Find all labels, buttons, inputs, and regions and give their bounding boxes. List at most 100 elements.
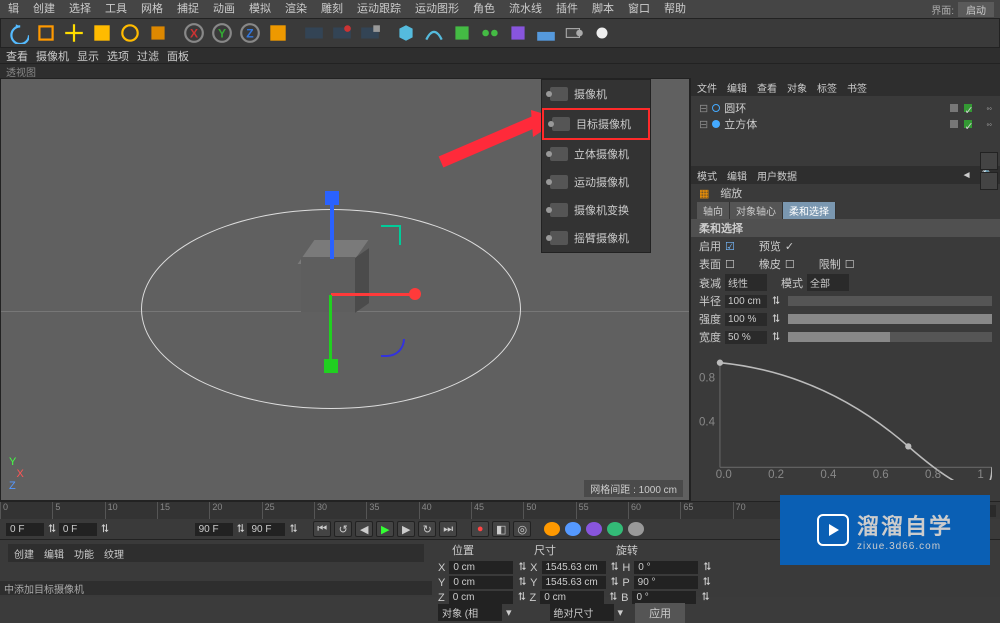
- camera-menu-item[interactable]: 立体摄像机: [542, 140, 650, 168]
- menu-item[interactable]: 雕刻: [317, 0, 347, 18]
- menu-item[interactable]: 网格: [137, 0, 167, 18]
- key-scale-icon[interactable]: [565, 522, 581, 536]
- viewport-tab[interactable]: 显示: [77, 48, 99, 64]
- render-icon[interactable]: [301, 20, 327, 46]
- key-pos-icon[interactable]: [544, 522, 560, 536]
- viewport-tab[interactable]: 过滤: [137, 48, 159, 64]
- falloff-curve[interactable]: 0.8 0.4 0.0 0.2 0.4 0.6 0.8 1: [699, 350, 992, 480]
- objmgr-tab[interactable]: 对象: [787, 80, 807, 95]
- menu-item[interactable]: 窗口: [624, 0, 654, 18]
- object-row[interactable]: ⊟立方体✓◦◦: [699, 116, 992, 132]
- z-lock-icon[interactable]: Z: [237, 20, 263, 46]
- nurbs-icon[interactable]: [449, 20, 475, 46]
- preview-end[interactable]: 90 F: [195, 523, 233, 536]
- select-icon[interactable]: [33, 20, 59, 46]
- menu-item[interactable]: 捕捉: [173, 0, 203, 18]
- light-icon[interactable]: [589, 20, 615, 46]
- viewport-tab[interactable]: 面板: [167, 48, 189, 64]
- menu-item[interactable]: 流水线: [505, 0, 546, 18]
- renderpv-icon[interactable]: [329, 20, 355, 46]
- objmgr-tab[interactable]: 查看: [757, 80, 777, 95]
- camera-menu-item[interactable]: 目标摄像机: [542, 108, 650, 140]
- camera-menu-item[interactable]: 摄像机: [542, 80, 650, 108]
- cube-primitive-icon[interactable]: [393, 20, 419, 46]
- array-icon[interactable]: [477, 20, 503, 46]
- rotate-icon[interactable]: [117, 20, 143, 46]
- renderset-icon[interactable]: [357, 20, 383, 46]
- material-tab[interactable]: 纹理: [104, 546, 124, 561]
- width-slider[interactable]: [788, 332, 992, 342]
- menu-item[interactable]: 帮助: [660, 0, 690, 18]
- camera-icon[interactable]: [561, 20, 587, 46]
- env-icon[interactable]: [533, 20, 559, 46]
- attr-tab[interactable]: 模式: [697, 168, 717, 183]
- range-start[interactable]: 0 F: [6, 523, 44, 536]
- key-param-icon[interactable]: [607, 522, 623, 536]
- camera-menu-item[interactable]: 摄像机变换: [542, 196, 650, 224]
- key-rot-icon[interactable]: [586, 522, 602, 536]
- menu-item[interactable]: 模拟: [245, 0, 275, 18]
- attr-subtab[interactable]: 轴向: [697, 202, 730, 219]
- step-back-button[interactable]: ↺: [334, 521, 352, 537]
- keysel-button[interactable]: ◎: [513, 521, 531, 537]
- viewport-tab[interactable]: 查看: [6, 48, 28, 64]
- attr-subtab[interactable]: 对象轴心: [730, 202, 783, 219]
- camera-menu-item[interactable]: 运动摄像机: [542, 168, 650, 196]
- axis-z[interactable]: [329, 295, 332, 365]
- strength-slider[interactable]: [788, 314, 992, 324]
- viewport-tab[interactable]: 摄像机: [36, 48, 69, 64]
- menu-item[interactable]: 插件: [552, 0, 582, 18]
- menu-item[interactable]: 辑: [4, 0, 23, 18]
- spline-icon[interactable]: [421, 20, 447, 46]
- layout-launch-button[interactable]: 启动: [958, 2, 994, 17]
- scale-icon[interactable]: [89, 20, 115, 46]
- menu-item[interactable]: 角色: [469, 0, 499, 18]
- menu-item[interactable]: 动画: [209, 0, 239, 18]
- mode-select[interactable]: 全部: [807, 274, 849, 291]
- size-mode-select[interactable]: 绝对尺寸: [550, 604, 614, 621]
- x-lock-icon[interactable]: X: [181, 20, 207, 46]
- coord-icon[interactable]: [265, 20, 291, 46]
- record-button[interactable]: ●: [471, 521, 489, 537]
- plane-handle-1[interactable]: [381, 225, 401, 245]
- objmgr-tab[interactable]: 书签: [847, 80, 867, 95]
- width-input[interactable]: 50 %: [725, 331, 767, 344]
- attr-tab[interactable]: 用户数据: [757, 168, 797, 183]
- attr-tab[interactable]: 编辑: [727, 168, 747, 183]
- menu-item[interactable]: 创建: [29, 0, 59, 18]
- radius-input[interactable]: 100 cm: [725, 295, 767, 308]
- material-tab[interactable]: 创建: [14, 546, 34, 561]
- viewport[interactable]: Y XZ 网格间距 : 1000 cm 摄像机目标摄像机立体摄像机运动摄像机摄像…: [0, 78, 690, 501]
- step-fwd-button[interactable]: ↻: [418, 521, 436, 537]
- tool-b-icon[interactable]: [980, 172, 998, 190]
- material-tab[interactable]: 功能: [74, 546, 94, 561]
- material-tab[interactable]: 编辑: [44, 546, 64, 561]
- y-lock-icon[interactable]: Y: [209, 20, 235, 46]
- autokey-button[interactable]: ◧: [492, 521, 510, 537]
- lastused-icon[interactable]: [145, 20, 171, 46]
- deformer-icon[interactable]: [505, 20, 531, 46]
- objmgr-tab[interactable]: 标签: [817, 80, 837, 95]
- preview-start[interactable]: 0 F: [59, 523, 97, 536]
- attr-subtab[interactable]: 柔和选择: [783, 202, 836, 219]
- range-end[interactable]: 90 F: [247, 523, 285, 536]
- viewport-tab[interactable]: 选项: [107, 48, 129, 64]
- undo-icon[interactable]: [5, 20, 31, 46]
- strength-input[interactable]: 100 %: [725, 313, 767, 326]
- key-pla-icon[interactable]: [628, 522, 644, 536]
- goto-end-button[interactable]: ⏭: [439, 521, 457, 537]
- menu-item[interactable]: 运动图形: [411, 0, 463, 18]
- axis-x[interactable]: [331, 293, 411, 296]
- prev-frame-button[interactable]: ◀: [355, 521, 373, 537]
- menu-item[interactable]: 工具: [101, 0, 131, 18]
- axis-y[interactable]: [330, 199, 334, 259]
- menu-item[interactable]: 运动跟踪: [353, 0, 405, 18]
- objmgr-tab[interactable]: 编辑: [727, 80, 747, 95]
- camera-menu-item[interactable]: 摇臂摄像机: [542, 224, 650, 252]
- radius-slider[interactable]: [788, 296, 992, 306]
- menu-item[interactable]: 选择: [65, 0, 95, 18]
- next-frame-button[interactable]: ▶: [397, 521, 415, 537]
- apply-button[interactable]: 应用: [635, 603, 685, 623]
- objmgr-tab[interactable]: 文件: [697, 80, 717, 95]
- coord-mode-select[interactable]: 对象 (相: [438, 604, 502, 621]
